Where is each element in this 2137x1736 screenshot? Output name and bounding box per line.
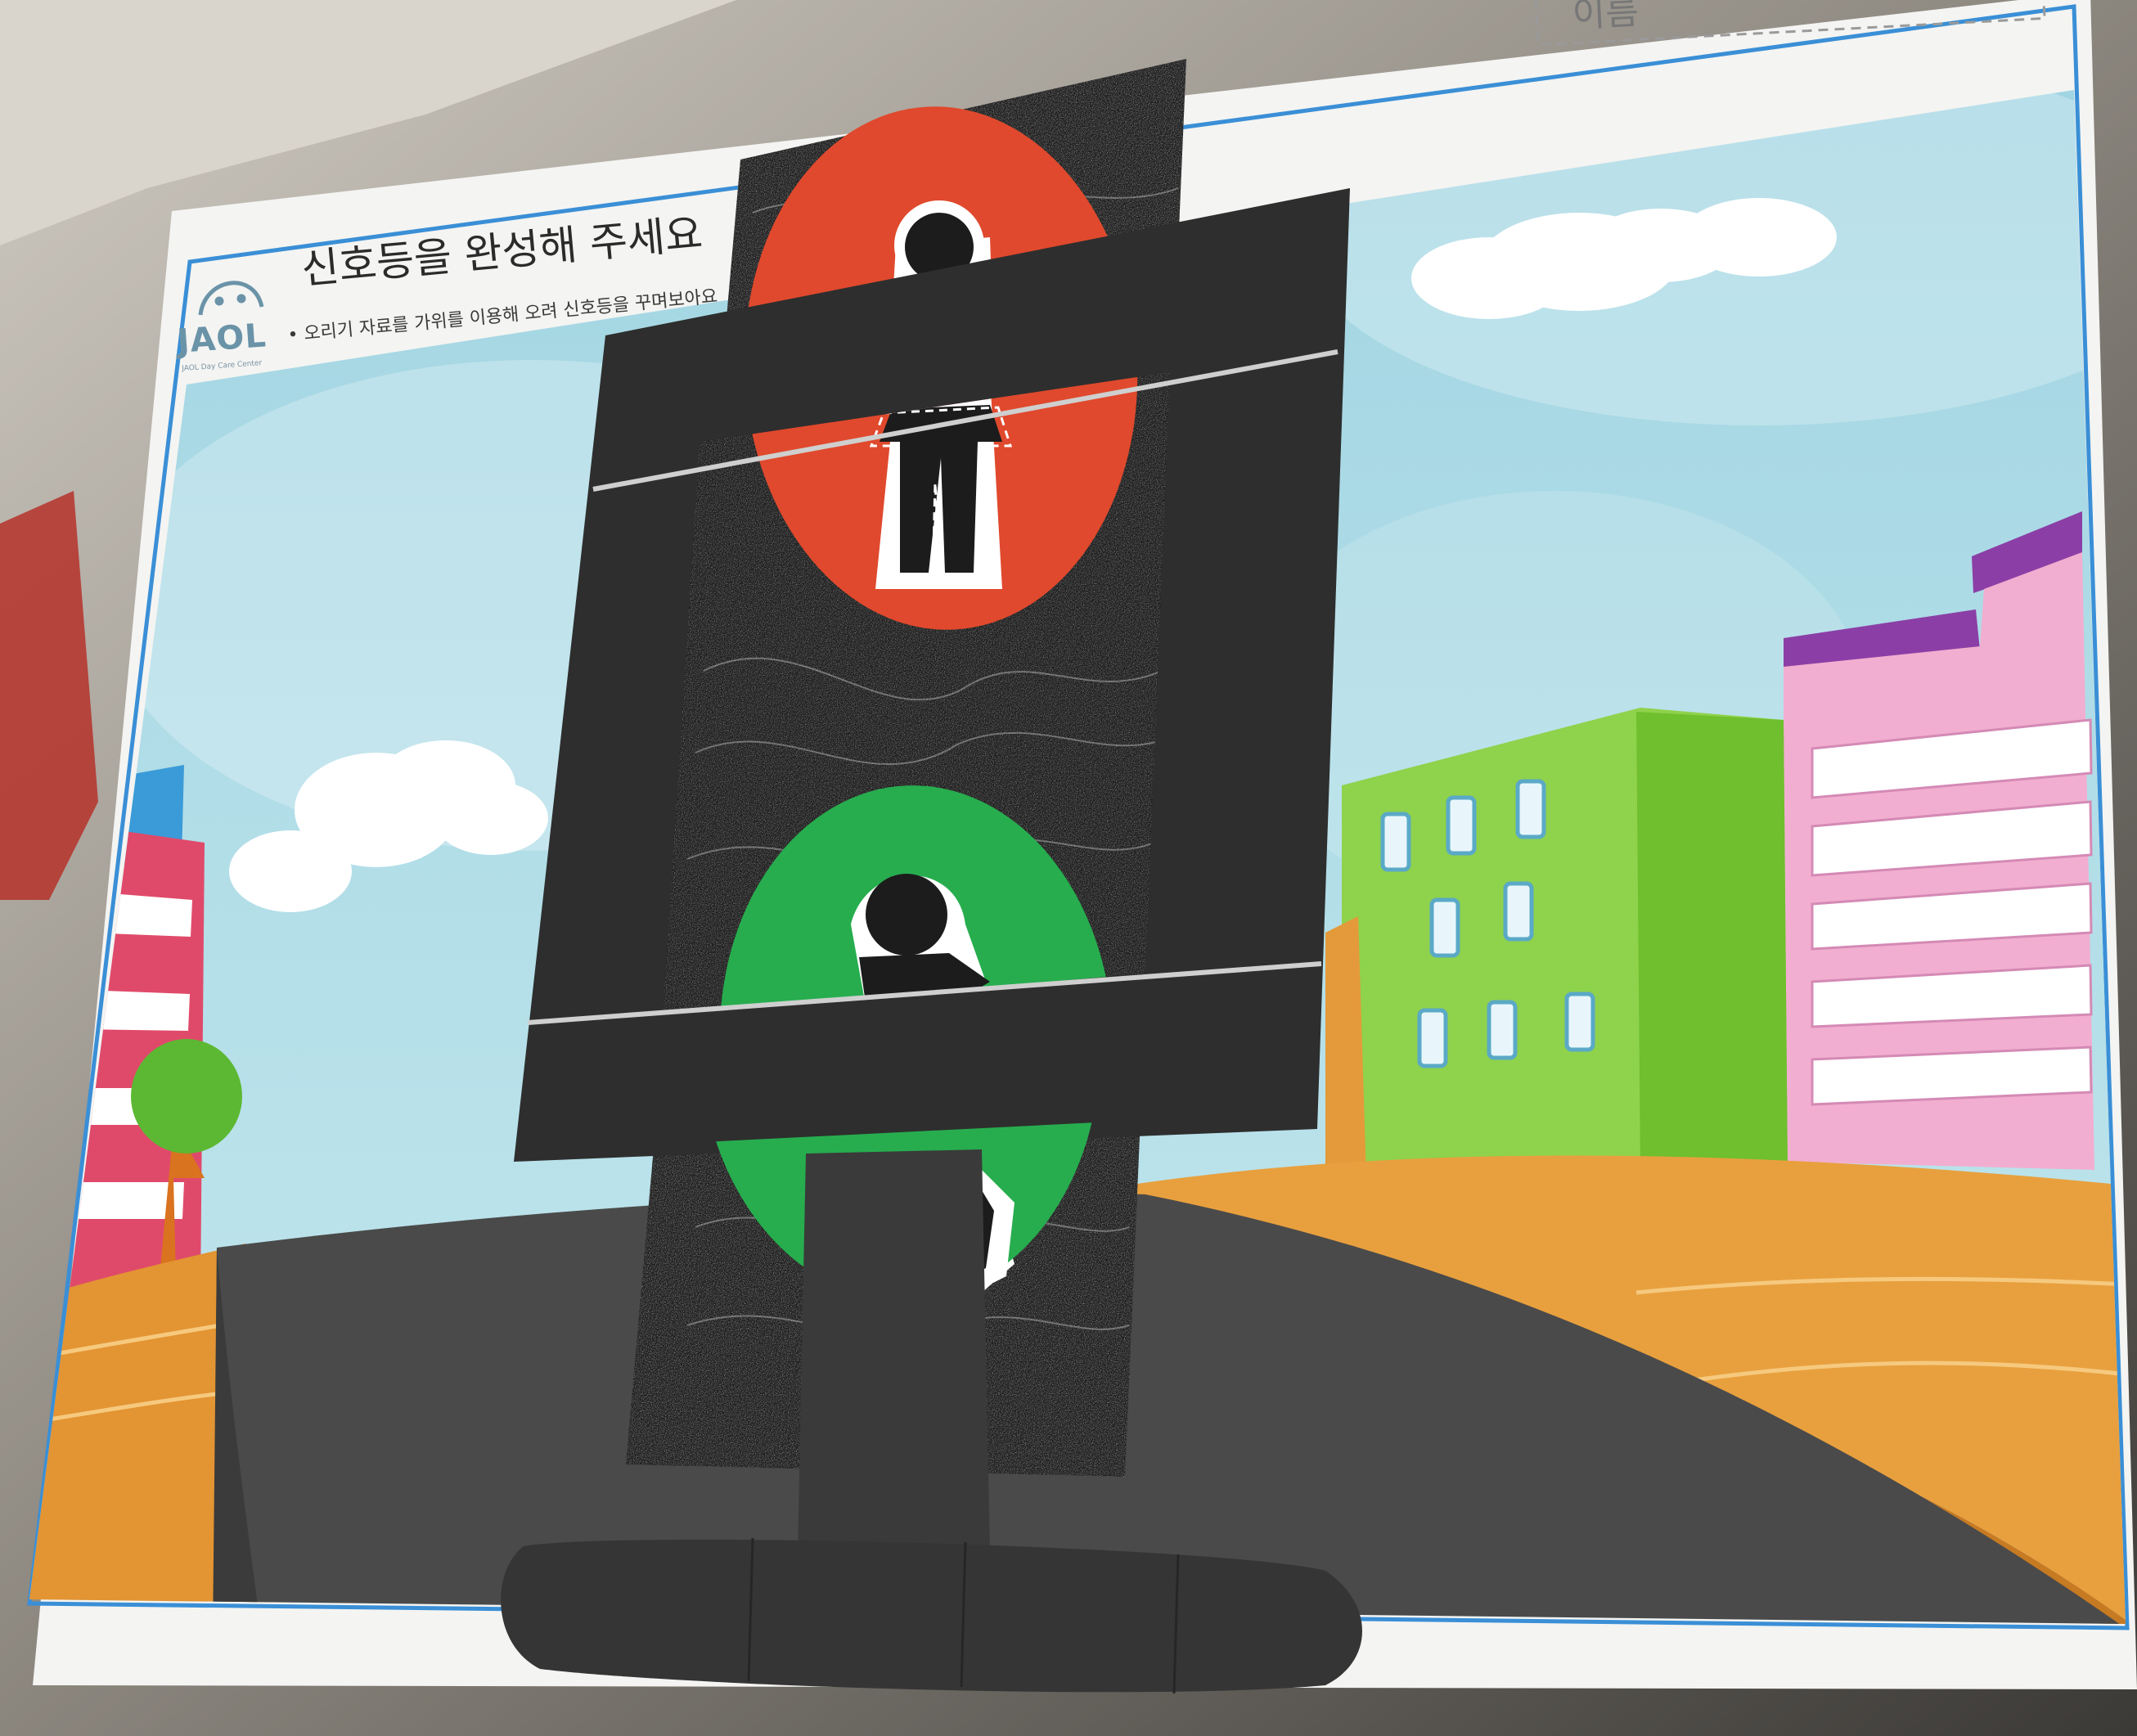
signal-pole — [798, 1149, 990, 1554]
logo-wordmark: JAOL — [176, 317, 268, 361]
building-green-side — [1636, 712, 1788, 1170]
signal-base — [501, 1539, 1362, 1693]
tree-crown — [131, 1039, 242, 1154]
name-field-label: 이름 — [1571, 0, 1640, 36]
